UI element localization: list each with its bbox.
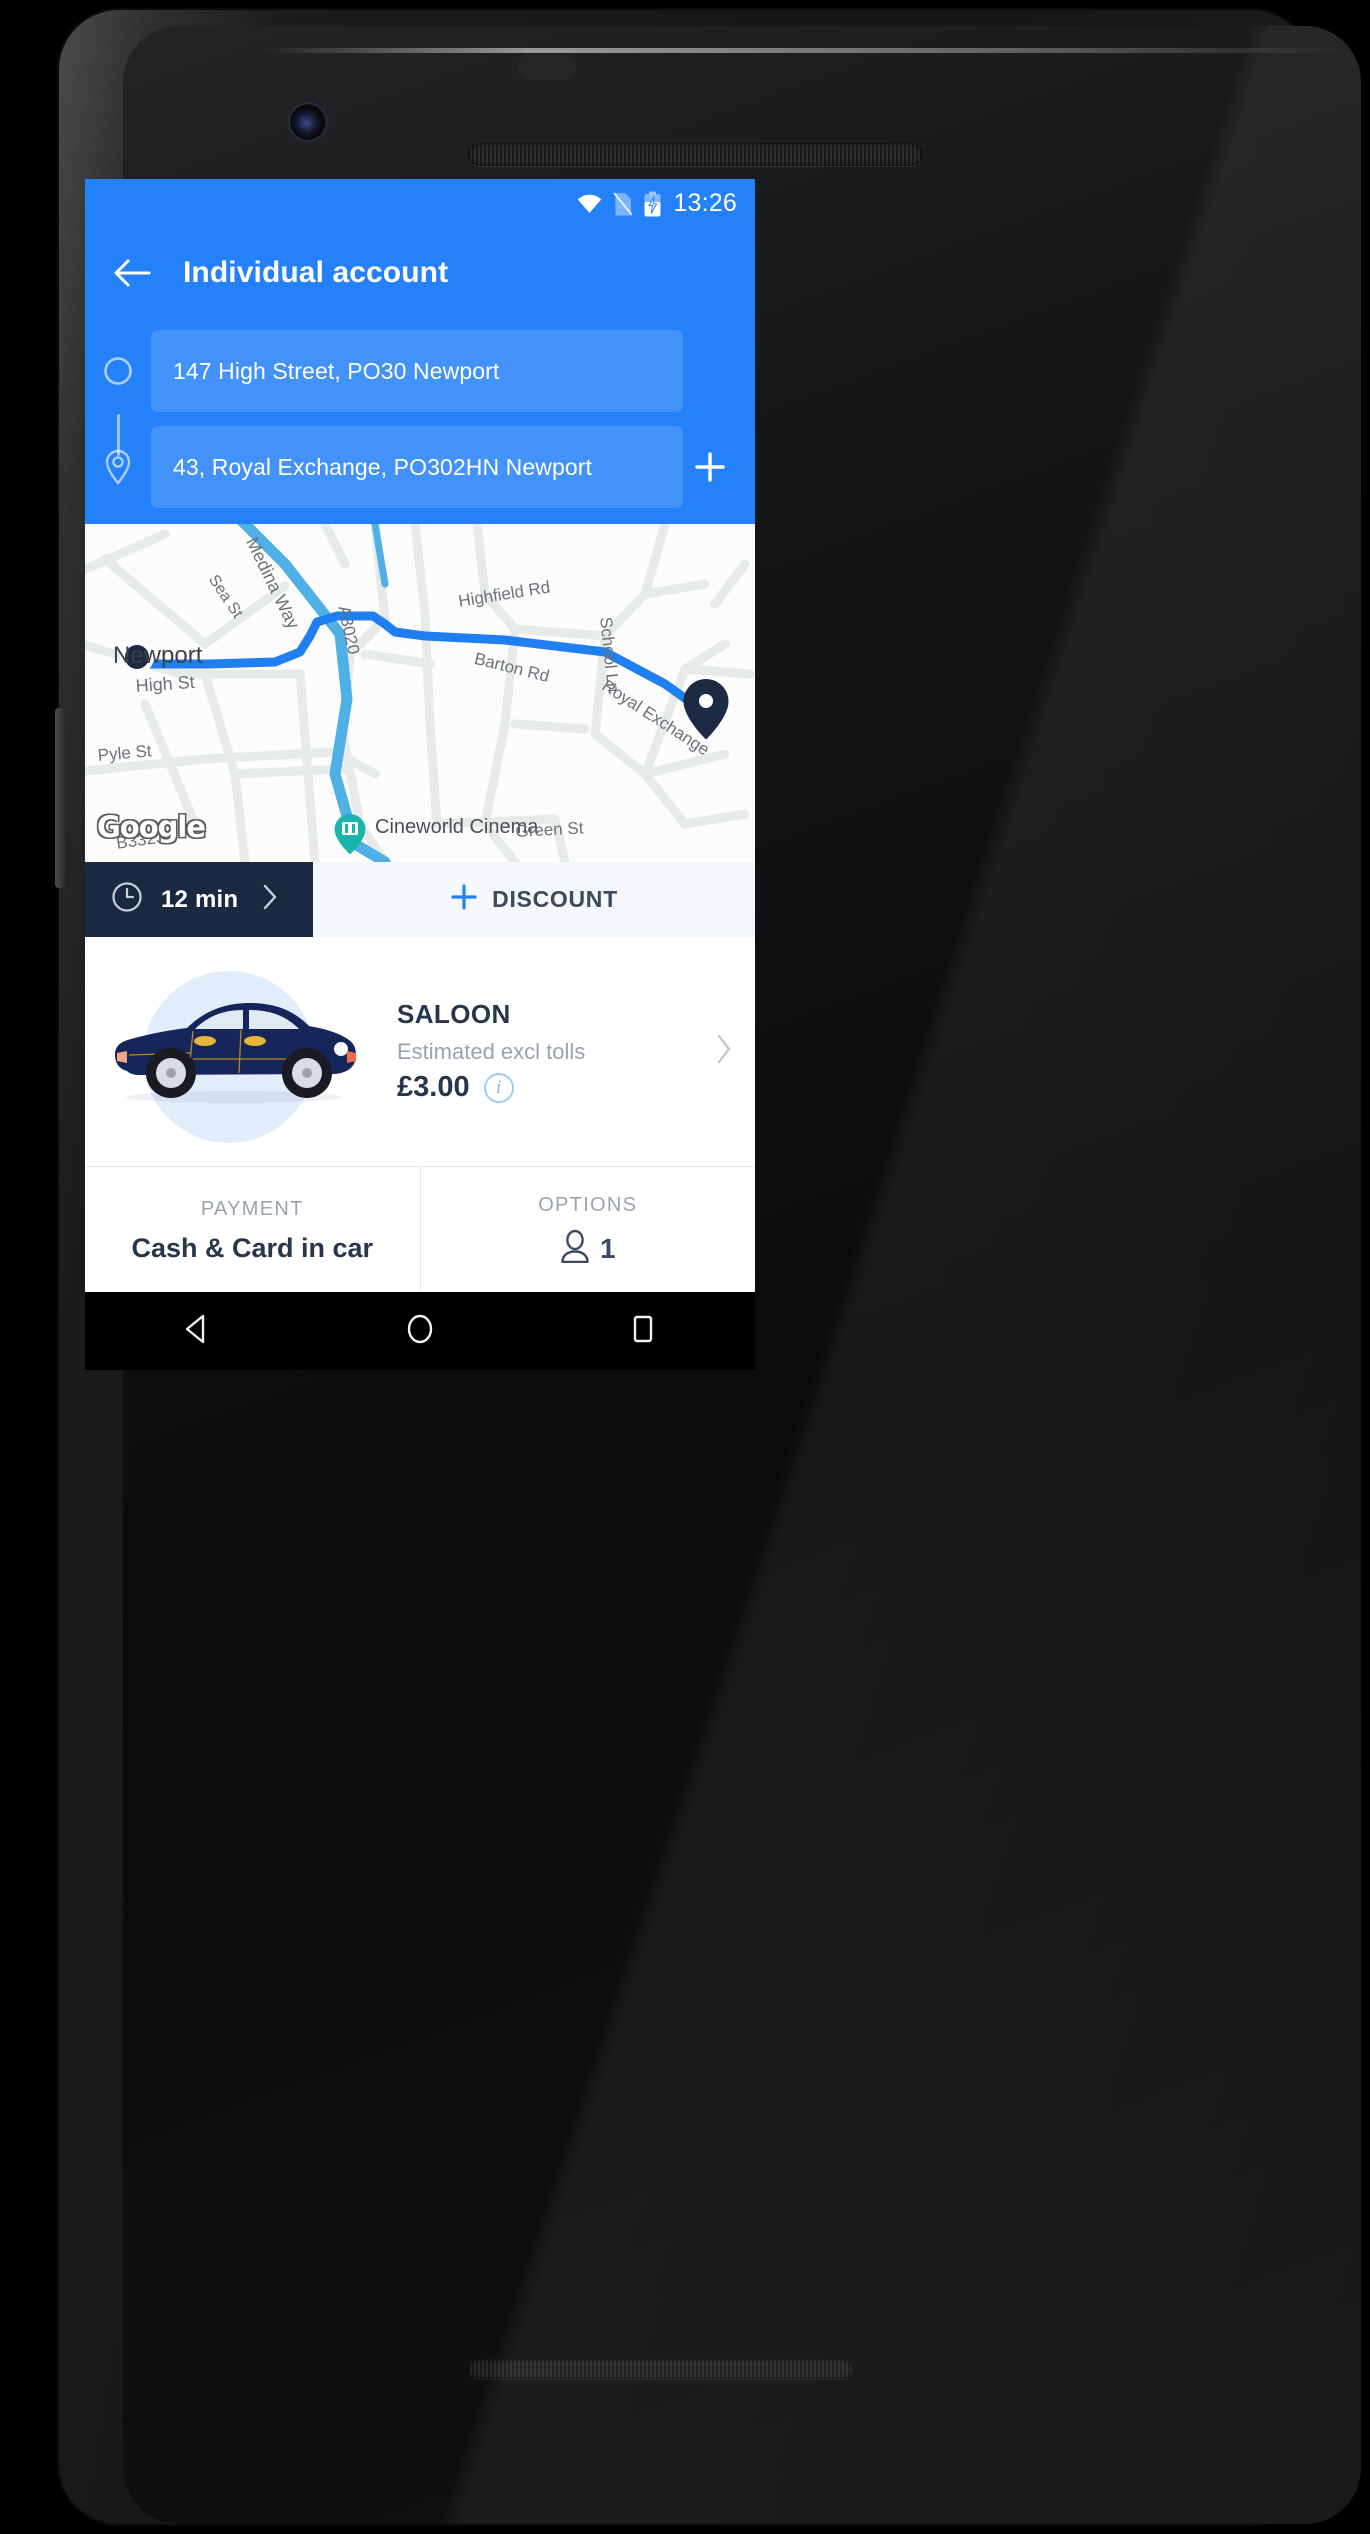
nav-recents-icon[interactable]	[626, 1312, 660, 1351]
wifi-icon	[577, 194, 602, 214]
vehicle-price-row: £3.00 i	[397, 1071, 715, 1104]
vehicle-card[interactable]: SALOON Estimated excl tolls £3.00 i	[85, 937, 755, 1167]
vehicle-estimate-note: Estimated excl tolls	[397, 1039, 586, 1064]
circle-outline-icon	[85, 356, 151, 386]
eta-label: 12 min	[161, 885, 239, 913]
dropoff-address-field[interactable]: 43, Royal Exchange, PO302HN Newport	[151, 426, 683, 508]
status-bar: 13:26	[85, 179, 755, 228]
app-bar: Individual account	[85, 228, 755, 318]
nav-back-icon[interactable]	[180, 1312, 214, 1351]
options-cell[interactable]: OPTIONS 1	[419, 1167, 756, 1292]
payment-cell[interactable]: PAYMENT Cash & Card in car	[85, 1167, 420, 1292]
route-map[interactable]: Newport Medina Way Sea St High St Pyle S…	[85, 524, 755, 862]
discount-button[interactable]: DISCOUNT	[313, 862, 755, 937]
car-wheel-front	[282, 1047, 332, 1098]
payment-value: Cash & Card in car	[131, 1233, 374, 1263]
options-count: 1	[599, 1232, 616, 1264]
saloon-car-illustration	[95, 957, 385, 1147]
no-sim-icon	[613, 191, 634, 216]
status-bar-time: 13:26	[673, 189, 737, 217]
address-gap	[85, 412, 755, 426]
eta-button[interactable]: 12 min	[85, 862, 313, 937]
proximity-sensor	[518, 54, 576, 80]
car-svg	[115, 1002, 356, 1103]
back-arrow-icon[interactable]	[113, 258, 151, 288]
vehicle-name: SALOON	[397, 999, 511, 1029]
bottom-speaker	[468, 2359, 853, 2379]
side-rail-left	[55, 708, 65, 888]
vehicle-details: SALOON Estimated excl tolls £3.00 i	[385, 999, 715, 1104]
payment-options-row: PAYMENT Cash & Card in car OPTIONS 1	[85, 1167, 755, 1292]
screenshot-stage: 13:26 Individual account 147 High Street…	[0, 0, 1370, 2534]
earpiece-speaker	[468, 143, 923, 166]
battery-charging-icon	[643, 191, 662, 217]
pickup-row[interactable]: 147 High Street, PO30 Newport	[85, 330, 755, 412]
page-title: Individual account	[183, 256, 449, 289]
clock-icon	[111, 881, 143, 918]
car-wheel-rear	[146, 1047, 196, 1098]
chevron-right-icon[interactable]	[262, 884, 278, 915]
discount-plus-icon	[450, 883, 478, 916]
vehicle-price: £3.00	[397, 1071, 470, 1103]
info-icon[interactable]: i	[483, 1072, 514, 1103]
app-screen: 13:26 Individual account 147 High Street…	[85, 179, 755, 1292]
nav-home-icon[interactable]	[403, 1312, 437, 1351]
origin-dot-marker	[120, 640, 154, 674]
google-watermark: Google	[97, 810, 206, 844]
vehicle-chevron-right-icon[interactable]	[715, 1033, 733, 1070]
person-icon	[560, 1229, 590, 1268]
android-nav-bar	[85, 1292, 755, 1370]
discount-label: DISCOUNT	[492, 886, 618, 912]
front-camera-icon	[290, 104, 326, 140]
glass-highlight	[263, 48, 1343, 53]
trip-info-bar: 12 min DISCOUNT	[85, 862, 755, 937]
pickup-address-field[interactable]: 147 High Street, PO30 Newport	[151, 330, 683, 412]
options-value: 1	[560, 1229, 616, 1268]
route-address-block: 147 High Street, PO30 Newport 43, Royal …	[85, 318, 755, 524]
map-pin-outline-icon	[85, 449, 151, 485]
add-stop-plus-icon[interactable]	[683, 450, 737, 484]
payment-label: PAYMENT	[200, 1198, 304, 1220]
dropoff-row[interactable]: 43, Royal Exchange, PO302HN Newport	[85, 426, 755, 508]
options-label: OPTIONS	[538, 1194, 638, 1216]
